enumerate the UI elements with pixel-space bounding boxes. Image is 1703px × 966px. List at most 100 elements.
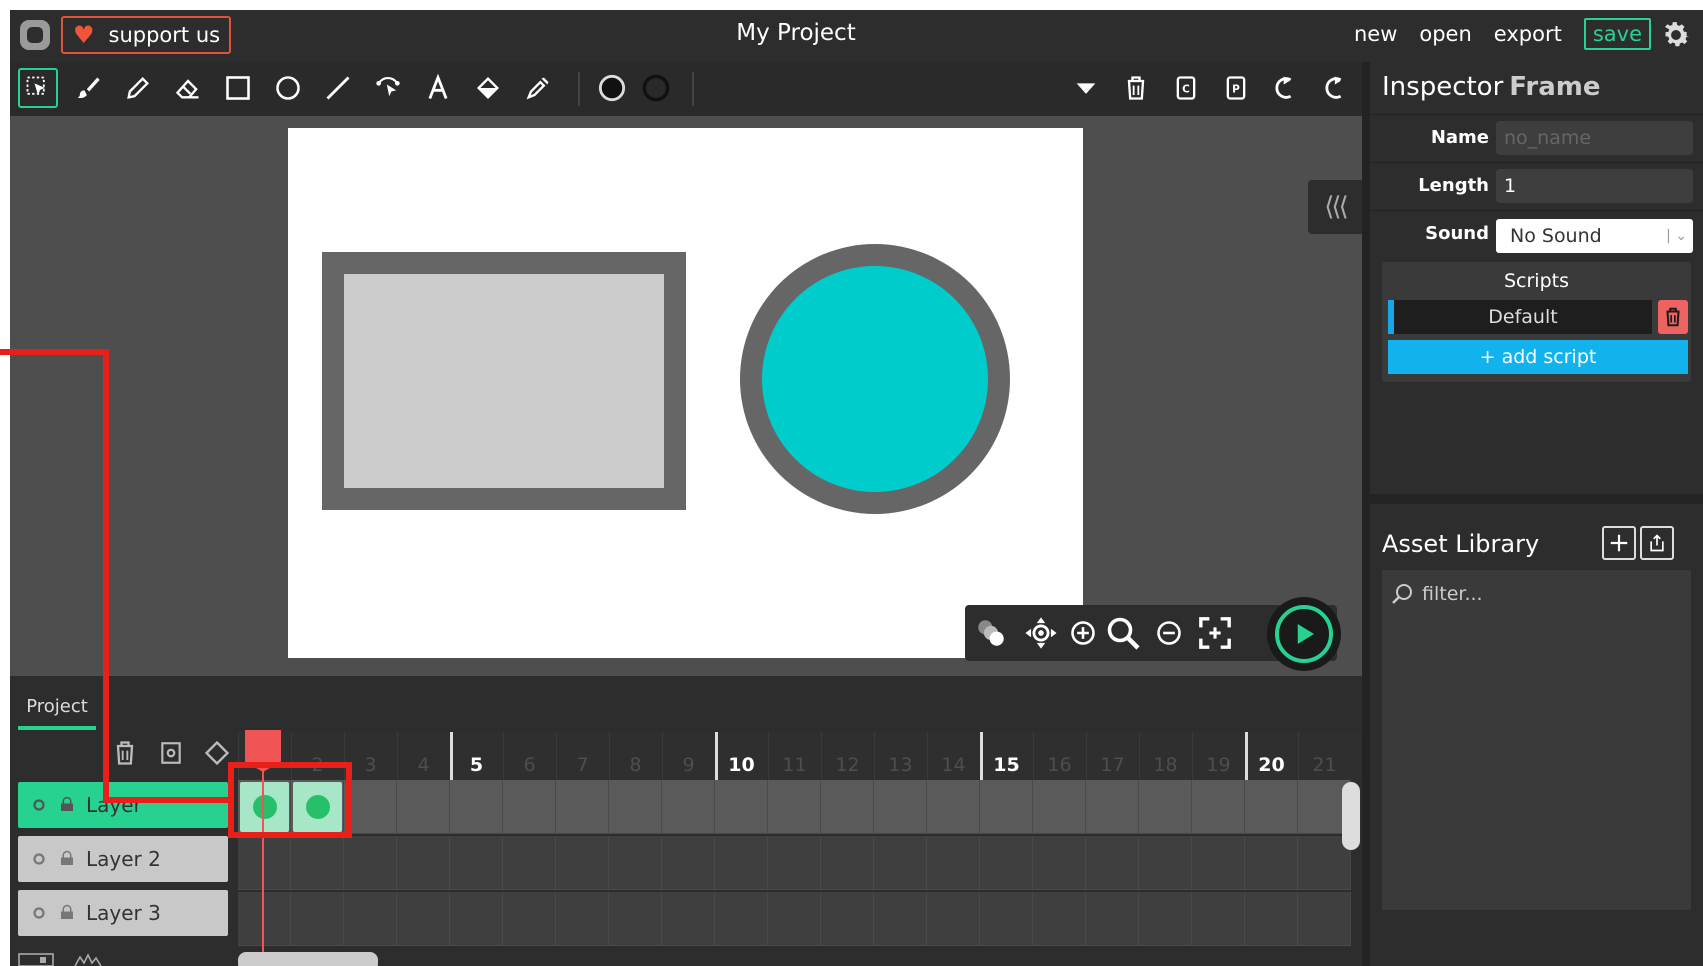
frame-cell[interactable] (1298, 892, 1351, 946)
frame-cell[interactable] (980, 780, 1033, 834)
redo-icon[interactable] (1316, 68, 1356, 108)
ruler-frame-number[interactable]: 15 (980, 754, 1033, 776)
frame-cell[interactable] (609, 836, 662, 890)
frame-cell[interactable] (927, 836, 980, 890)
fill-color-swatch[interactable] (592, 68, 632, 108)
frame-cell[interactable] (1086, 892, 1139, 946)
paste-icon[interactable]: P (1216, 68, 1256, 108)
select-cursor-icon[interactable] (18, 68, 58, 108)
add-asset-icon[interactable] (1602, 526, 1636, 560)
zoom-out-icon[interactable] (1151, 615, 1187, 651)
name-field[interactable]: no_name (1496, 121, 1693, 155)
save-button[interactable]: save (1583, 18, 1651, 50)
ruler-frame-number[interactable]: 10 (715, 754, 768, 776)
frame-cell[interactable] (662, 892, 715, 946)
layer-item-layer-2[interactable]: Layer 2 (18, 836, 228, 882)
frame-cell[interactable] (1033, 780, 1086, 834)
ruler-frame-number[interactable]: 14 (927, 754, 980, 776)
frame-cell[interactable] (1139, 780, 1192, 834)
frame-cell[interactable] (980, 836, 1033, 890)
project-title[interactable]: My Project (10, 20, 1582, 46)
brush-icon[interactable] (68, 68, 108, 108)
frame-cell[interactable] (450, 836, 503, 890)
path-edit-icon[interactable] (368, 68, 408, 108)
frame-cell[interactable] (821, 780, 874, 834)
frame-cell[interactable] (768, 780, 821, 834)
ruler-frame-number[interactable]: 4 (397, 754, 450, 776)
line-icon[interactable] (318, 68, 358, 108)
onion-skin-icon[interactable] (973, 615, 1009, 651)
frame-cell[interactable] (927, 780, 980, 834)
dropdown-icon[interactable] (1066, 68, 1106, 108)
ruler-frame-number[interactable]: 17 (1086, 754, 1139, 776)
new-button[interactable]: new (1354, 22, 1397, 46)
layer-item-layer-3[interactable]: Layer 3 (18, 890, 228, 936)
frame-cell[interactable] (397, 780, 450, 834)
frame-cell[interactable] (556, 836, 609, 890)
ruler-frame-number[interactable]: 12 (821, 754, 874, 776)
stroke-color-swatch[interactable] (636, 68, 676, 108)
frame-cell[interactable] (1245, 780, 1298, 834)
play-button[interactable] (1267, 597, 1341, 671)
frame-cell[interactable] (238, 836, 291, 890)
pencil-icon[interactable] (118, 68, 158, 108)
length-field[interactable]: 1 (1496, 169, 1693, 203)
frame-cell[interactable] (1086, 780, 1139, 834)
frame-cell[interactable] (768, 892, 821, 946)
eye-icon[interactable] (30, 796, 48, 814)
copy-icon[interactable]: C (1166, 68, 1206, 108)
ruler-frame-number[interactable]: 20 (1245, 754, 1298, 776)
ruler-frame-number[interactable]: 9 (662, 754, 715, 776)
frame-size-icon[interactable] (18, 952, 54, 966)
frame-cell[interactable] (1033, 836, 1086, 890)
eyedropper-icon[interactable] (518, 68, 558, 108)
ruler-frame-number[interactable]: 16 (1033, 754, 1086, 776)
ruler-frame-number[interactable]: 13 (874, 754, 927, 776)
recenter-icon[interactable] (1197, 615, 1233, 651)
open-button[interactable]: open (1419, 22, 1471, 46)
frame-cell[interactable] (1086, 836, 1139, 890)
frame-cell[interactable] (1139, 892, 1192, 946)
ruler-frame-number[interactable]: 21 (1298, 754, 1351, 776)
ruler-frame-number[interactable]: 18 (1139, 754, 1192, 776)
frame-cell[interactable] (1245, 836, 1298, 890)
ruler-frame-number[interactable]: 19 (1192, 754, 1245, 776)
frame-ruler[interactable]: 2 3 4 5 6 7 8 9 10 11 12 13 14 15 16 17 18 19 20 21 (238, 732, 1362, 780)
audio-waveform-icon[interactable] (74, 952, 102, 966)
frame-cell[interactable] (874, 892, 927, 946)
ruler-frame-number[interactable]: 8 (609, 754, 662, 776)
frame-cell[interactable] (715, 780, 768, 834)
frame-cell[interactable] (450, 780, 503, 834)
zoom-in-icon[interactable] (1065, 615, 1101, 651)
frame-cell[interactable] (450, 892, 503, 946)
frame-cell[interactable] (715, 892, 768, 946)
frame-cell[interactable] (397, 892, 450, 946)
frame-cell[interactable] (821, 892, 874, 946)
frame-cell[interactable] (556, 780, 609, 834)
eye-icon[interactable] (30, 904, 48, 922)
ruler-frame-number[interactable]: 5 (450, 754, 503, 776)
frame-cell[interactable] (821, 836, 874, 890)
frame-cell[interactable] (609, 780, 662, 834)
vertical-scrollbar[interactable] (1342, 782, 1360, 850)
delete-script-icon[interactable] (1658, 300, 1688, 334)
project-canvas[interactable] (288, 128, 1083, 658)
lock-icon[interactable] (58, 904, 76, 922)
sound-select[interactable]: No Sound | ⌄ (1496, 219, 1693, 253)
frame-cell[interactable] (397, 836, 450, 890)
add-script-button[interactable]: + add script (1388, 340, 1688, 374)
frame-cell[interactable] (768, 836, 821, 890)
frame-cell[interactable] (238, 892, 291, 946)
frame-cell[interactable] (1192, 780, 1245, 834)
frame-cell[interactable] (1245, 892, 1298, 946)
ellipse-icon[interactable] (268, 68, 308, 108)
frame-cell[interactable] (503, 892, 556, 946)
eraser-icon[interactable] (168, 68, 208, 108)
frame-cell[interactable] (503, 780, 556, 834)
collapse-panel-icon[interactable]: ⟨⟨⟨ (1308, 180, 1362, 234)
undo-icon[interactable] (1266, 68, 1306, 108)
lock-icon[interactable] (58, 796, 76, 814)
frame-cell[interactable] (1033, 892, 1086, 946)
layer-item-layer[interactable]: Layer (18, 782, 228, 828)
tab-project[interactable]: Project (18, 690, 96, 730)
